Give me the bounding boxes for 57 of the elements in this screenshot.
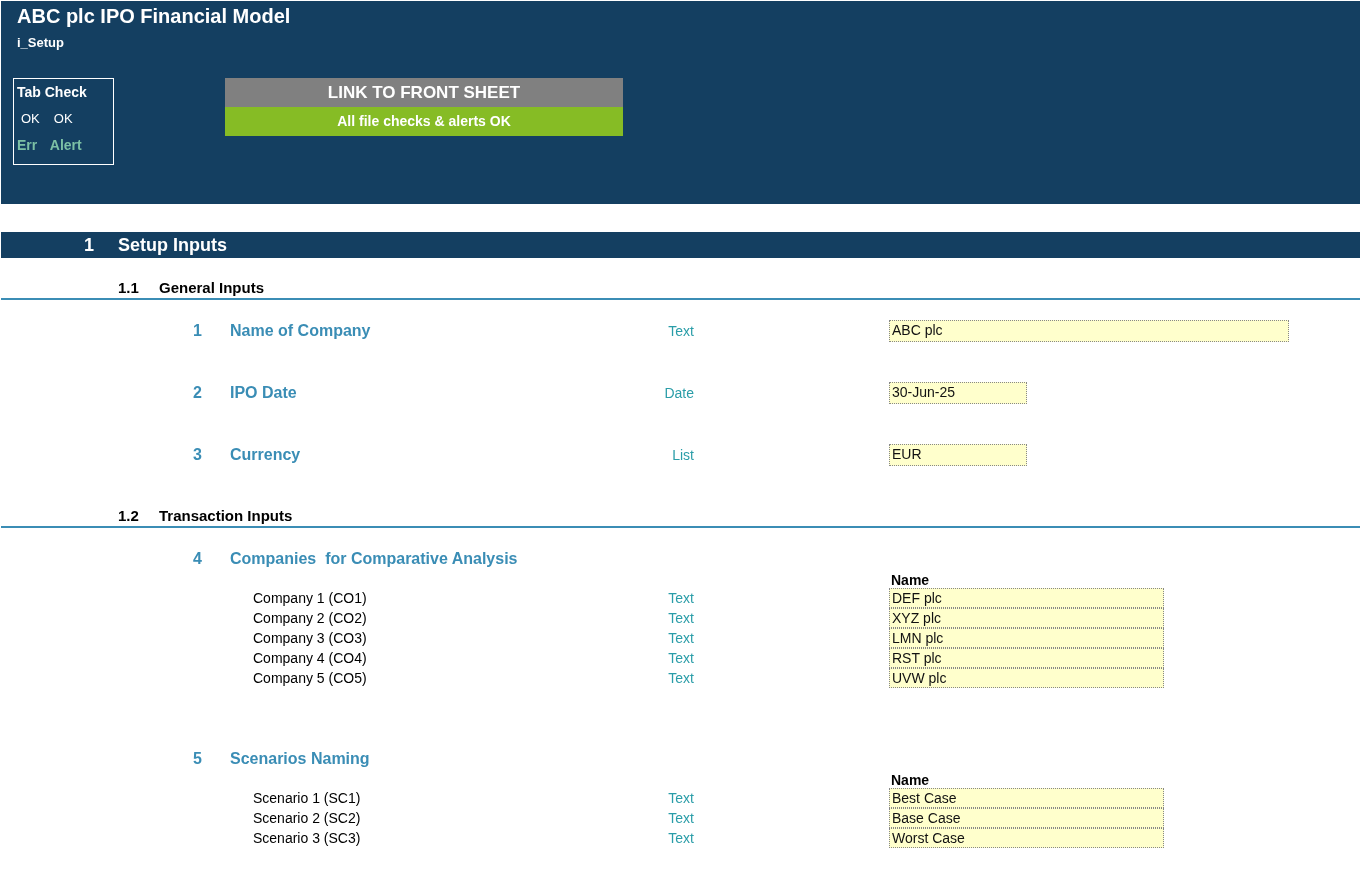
item-label: Companies for Comparative Analysis [230,550,519,568]
item-number: 4 [193,550,203,568]
column-heading: Name [891,772,930,788]
row-label: Company 1 (CO1) [253,590,368,606]
subsection-number: 1.2 [118,507,140,524]
input-type: Text [667,790,694,806]
row-label: Company 5 (CO5) [253,670,368,686]
item-number: 1 [193,322,203,340]
input-field[interactable]: LMN plc [889,628,1164,648]
input-type: Text [667,630,694,646]
item-number: 3 [193,446,203,464]
item-label: IPO Date [230,384,298,402]
subsection-title: Transaction Inputs [159,507,293,524]
check-label: Err [17,137,39,153]
tab-check-title: Tab Check [17,83,88,101]
model-title: ABC plc IPO Financial Model [17,4,292,28]
input-field[interactable]: 30-Jun-25 [889,382,1027,404]
sheet-name: i_Setup [17,35,65,51]
input-type: List [671,447,694,463]
input-field[interactable]: Best Case [889,788,1164,808]
row-label: Company 2 (CO2) [253,610,368,626]
input-field[interactable]: EUR [889,444,1027,466]
input-type: Text [667,670,694,686]
input-field[interactable]: Worst Case [889,828,1164,848]
input-field[interactable]: XYZ plc [889,608,1164,628]
input-field[interactable]: DEF plc [889,588,1164,608]
input-field[interactable]: ABC plc [889,320,1289,342]
input-field[interactable]: UVW plc [889,668,1164,688]
item-number: 5 [193,750,203,768]
input-type: Text [667,650,694,666]
input-type: Text [667,323,694,339]
item-label: Name of Company [230,322,372,340]
input-type: Text [667,610,694,626]
input-type: Text [667,810,694,826]
section-number: 1 [84,234,95,256]
input-field[interactable]: Base Case [889,808,1164,828]
check-label: Alert [49,137,82,153]
column-heading: Name [891,572,930,588]
subsection-number: 1.1 [118,279,140,296]
link-to-front-sheet-button[interactable]: LINK TO FRONT SHEET [225,78,623,107]
item-number: 2 [193,384,203,402]
row-label: Scenario 1 (SC1) [253,790,362,806]
item-label: Scenarios Naming [230,750,371,768]
check-value: OK [52,111,74,127]
row-label: Scenario 3 (SC3) [253,830,362,846]
subsection-title: General Inputs [159,279,265,296]
input-type: Text [667,830,694,846]
input-field[interactable]: RST plc [889,648,1164,668]
input-type: Date [663,385,694,401]
check-value: OK [20,111,40,127]
item-label: Currency [230,446,302,464]
row-label: Company 3 (CO3) [253,630,368,646]
row-label: Scenario 2 (SC2) [253,810,362,826]
section-title: Setup Inputs [118,234,227,256]
status-banner: All file checks & alerts OK [225,107,623,136]
input-type: Text [667,590,694,606]
row-label: Company 4 (CO4) [253,650,368,666]
